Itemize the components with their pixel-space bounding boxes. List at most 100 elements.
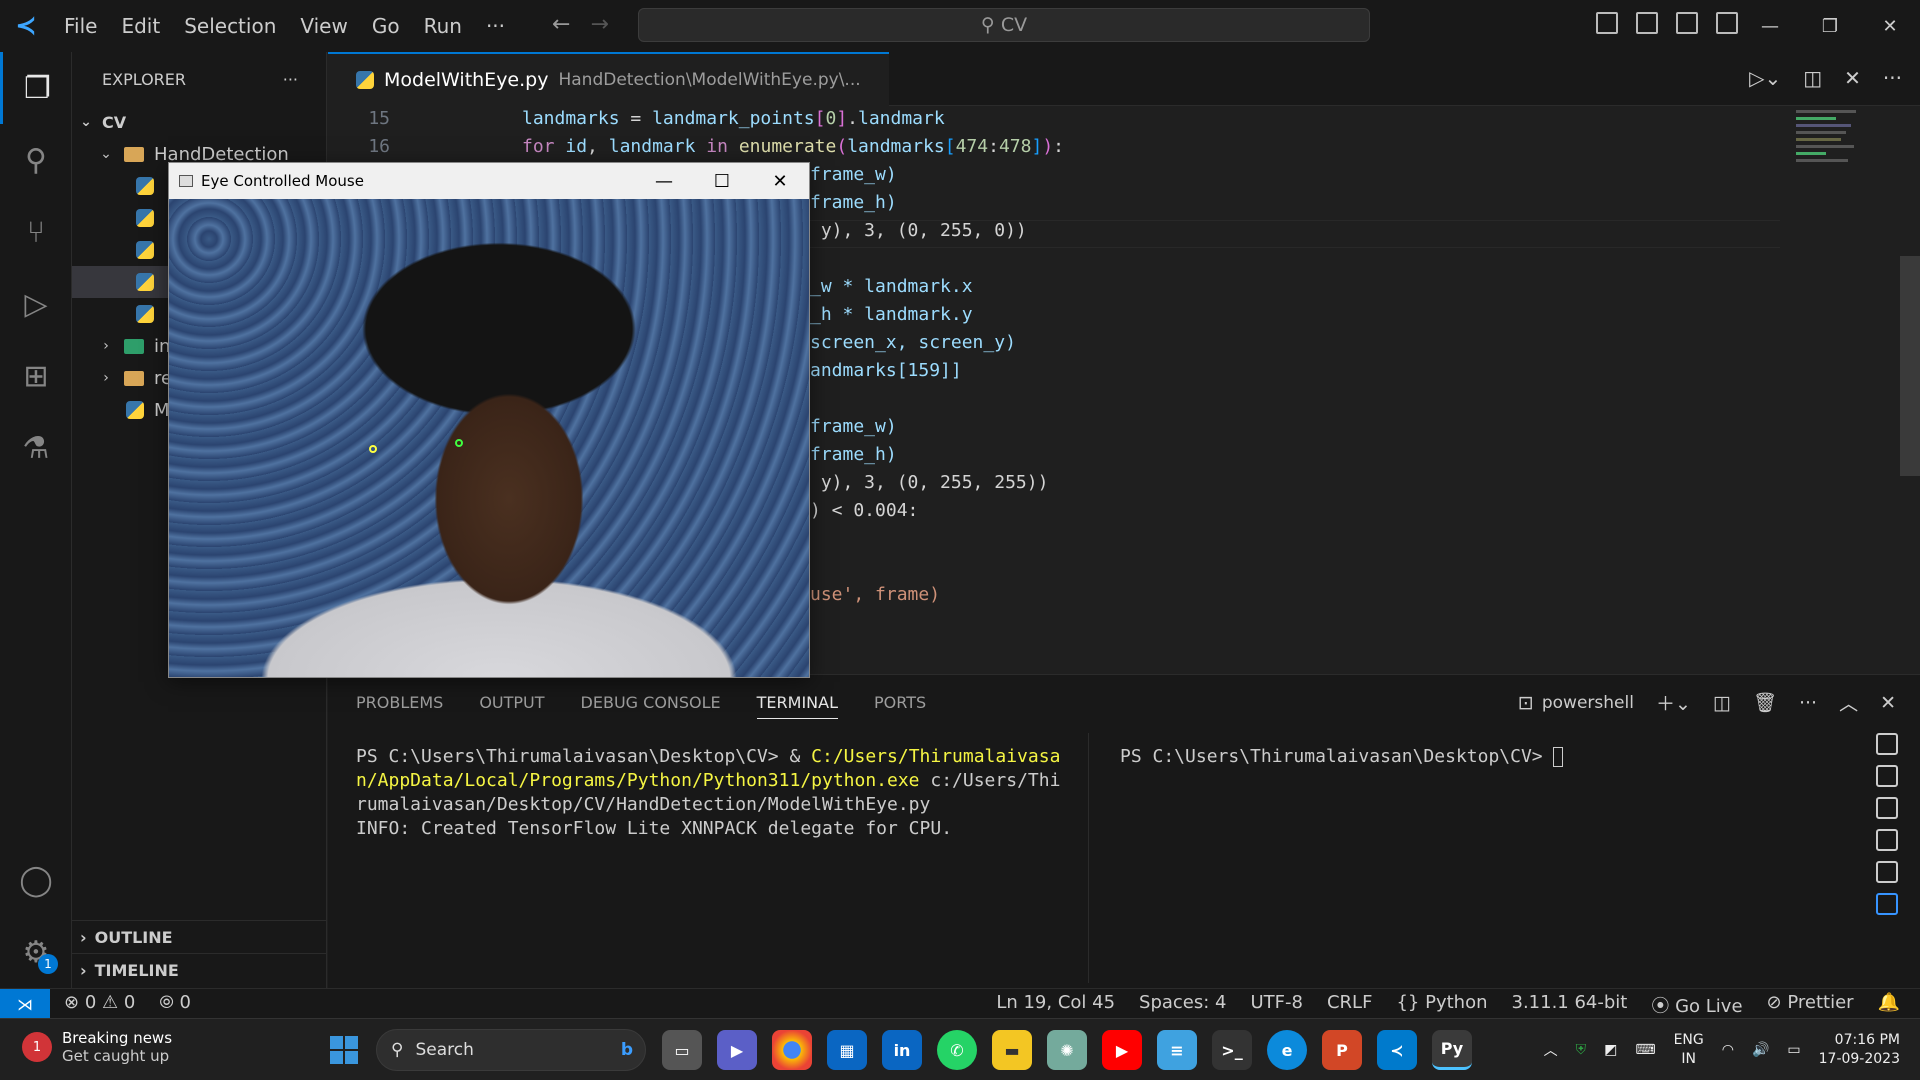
close-icon[interactable]: ✕	[1860, 0, 1920, 52]
encoding[interactable]: UTF-8	[1251, 992, 1303, 1018]
menu-go[interactable]: Go	[360, 14, 412, 38]
maximize-panel-chevron-up-icon[interactable]: ︿	[1839, 689, 1858, 716]
minimize-icon[interactable]: —	[1740, 0, 1800, 52]
accounts-icon[interactable]: ◯	[0, 844, 72, 916]
eye-controlled-mouse-window[interactable]: Eye Controlled Mouse — ☐ ✕	[168, 162, 810, 678]
python-interpreter[interactable]: 3.11.1 64-bit	[1512, 992, 1628, 1018]
news-widget[interactable]: 1 Breaking news Get caught up	[22, 1029, 172, 1065]
teams-chat-icon[interactable]: ▶	[717, 1030, 757, 1070]
menu-edit[interactable]: Edit	[109, 14, 172, 38]
split-editor-icon[interactable]: ◫	[1803, 66, 1822, 90]
indentation[interactable]: Spaces: 4	[1139, 992, 1226, 1018]
explorer-more-icon[interactable]: ···	[283, 70, 298, 89]
linkedin-icon[interactable]: in	[882, 1030, 922, 1070]
language-top[interactable]: ENG	[1674, 1031, 1704, 1050]
run-play-icon[interactable]: ▷⌄	[1749, 66, 1781, 90]
menu-more[interactable]: ···	[474, 14, 517, 38]
remote-icon[interactable]: ⋊	[0, 989, 50, 1019]
toggle-secondary-sidebar-icon[interactable]	[1676, 12, 1698, 34]
run-debug-icon[interactable]: ▷	[0, 268, 72, 340]
notifications-bell-icon[interactable]: 🔔	[1878, 992, 1900, 1018]
chevron-up-icon[interactable]: ︿	[1544, 1040, 1558, 1060]
terminal-icon[interactable]: >_	[1212, 1030, 1252, 1070]
search-view-icon[interactable]: ⚲	[0, 124, 72, 196]
new-terminal-icon[interactable]: ＋⌄	[1656, 689, 1691, 716]
panel-tab-debug-console[interactable]: DEBUG CONSOLE	[581, 693, 721, 719]
source-control-icon[interactable]: ⑂	[0, 196, 72, 268]
youtube-icon[interactable]: ▶	[1102, 1030, 1142, 1070]
vscode-taskbar-icon[interactable]: ≺	[1377, 1030, 1417, 1070]
defender-shield-icon[interactable]: ⛨	[1576, 1042, 1587, 1058]
terminal-shell-label[interactable]: powershell	[1542, 693, 1634, 713]
minimap[interactable]	[1796, 106, 1876, 176]
menu-file[interactable]: File	[52, 14, 109, 38]
window-maximize-icon[interactable]: ☐	[693, 163, 751, 199]
menu-run[interactable]: Run	[412, 14, 474, 38]
more-icon[interactable]: ···	[1799, 692, 1817, 714]
menu-view[interactable]: View	[288, 14, 359, 38]
window-close-icon[interactable]: ✕	[751, 163, 809, 199]
timeline-section[interactable]: › TIMELINE	[72, 953, 327, 986]
extensions-icon[interactable]: ⊞	[0, 340, 72, 412]
menu-selection[interactable]: Selection	[172, 14, 288, 38]
keyboard-icon[interactable]: ⌨	[1635, 1042, 1655, 1058]
line-ending[interactable]: CRLF	[1327, 992, 1372, 1018]
terminal-instance-icon-active[interactable]	[1876, 893, 1898, 915]
terminal-split-divider[interactable]	[1088, 733, 1089, 983]
terminal-output-2[interactable]: PS C:\Users\Thirumalaivasan\Desktop\CV>	[1120, 745, 1564, 769]
python-taskbar-icon[interactable]: Py	[1432, 1030, 1472, 1070]
panel-tab-problems[interactable]: PROBLEMS	[356, 693, 443, 719]
terminal-output-1[interactable]: PS C:\Users\Thirumalaivasan\Desktop\CV> …	[356, 745, 1060, 841]
notepad-icon[interactable]: ≡	[1157, 1030, 1197, 1070]
editor-scrollbar[interactable]	[1900, 256, 1920, 476]
language-bottom[interactable]: IN	[1674, 1050, 1704, 1069]
microsoft-store-icon[interactable]: ▦	[827, 1030, 867, 1070]
edge-icon[interactable]: e	[1267, 1030, 1307, 1070]
panel-tab-ports[interactable]: PORTS	[874, 693, 926, 719]
task-view-icon[interactable]: ▭	[662, 1030, 702, 1070]
battery-icon[interactable]: ▭	[1787, 1042, 1800, 1058]
forward-arrow-icon[interactable]: →	[590, 12, 608, 37]
close-editor-icon[interactable]: ✕	[1844, 66, 1861, 90]
terminal-instance-icon[interactable]	[1876, 733, 1898, 755]
editor-tab[interactable]: ModelWithEye.py HandDetection\ModelWithE…	[328, 52, 889, 106]
powerpoint-icon[interactable]: P	[1322, 1030, 1362, 1070]
terminal-instance-icon[interactable]	[1876, 765, 1898, 787]
panel-tab-terminal[interactable]: TERMINAL	[756, 693, 839, 719]
terminal-instance-icon[interactable]	[1876, 797, 1898, 819]
tree-root-cv[interactable]: ⌄ CV	[72, 106, 326, 138]
more-actions-icon[interactable]: ···	[1883, 66, 1902, 90]
tray-app-icon[interactable]: ◩	[1604, 1042, 1617, 1058]
chatgpt-icon[interactable]: ✺	[1047, 1030, 1087, 1070]
window-title-bar[interactable]: Eye Controlled Mouse — ☐ ✕	[169, 163, 809, 199]
chrome-icon[interactable]	[772, 1030, 812, 1070]
clock[interactable]: 07:16 PM 17-09-2023	[1819, 1031, 1900, 1069]
explorer-icon[interactable]: ❐	[0, 52, 72, 124]
file-explorer-icon[interactable]: ▬	[992, 1030, 1032, 1070]
problems-status[interactable]: ⊗ 0 ⚠ 0	[64, 992, 135, 1013]
taskbar-search[interactable]: ⚲ Search b	[376, 1029, 646, 1071]
volume-icon[interactable]: 🔊	[1752, 1042, 1769, 1058]
language-mode[interactable]: {} Python	[1396, 992, 1487, 1018]
ports-status[interactable]: ⦾ 0	[159, 992, 191, 1013]
testing-flask-icon[interactable]: ⚗	[0, 412, 72, 484]
cursor-position[interactable]: Ln 19, Col 45	[996, 992, 1115, 1018]
restore-icon[interactable]: ❐	[1800, 0, 1860, 52]
outline-section[interactable]: › OUTLINE	[72, 920, 327, 953]
customize-layout-icon[interactable]	[1716, 12, 1738, 34]
back-arrow-icon[interactable]: ←	[552, 12, 570, 37]
terminal-instance-icon[interactable]	[1876, 861, 1898, 883]
prettier-status[interactable]: ⊘ Prettier	[1767, 992, 1854, 1018]
wifi-icon[interactable]: ◠	[1722, 1042, 1734, 1058]
toggle-primary-sidebar-icon[interactable]	[1596, 12, 1618, 34]
windows-start-icon[interactable]	[330, 1036, 358, 1064]
kill-terminal-trash-icon[interactable]: 🗑	[1753, 691, 1777, 714]
panel-tab-output[interactable]: OUTPUT	[479, 693, 544, 719]
terminal-instance-icon[interactable]	[1876, 829, 1898, 851]
close-panel-icon[interactable]: ✕	[1880, 692, 1896, 714]
go-live-button[interactable]: ⦿ Go Live	[1651, 992, 1742, 1018]
window-minimize-icon[interactable]: —	[635, 163, 693, 199]
whatsapp-icon[interactable]: ✆	[937, 1030, 977, 1070]
settings-gear-icon[interactable]: ⚙ 1	[0, 916, 72, 988]
split-terminal-icon[interactable]: ◫	[1713, 692, 1731, 714]
